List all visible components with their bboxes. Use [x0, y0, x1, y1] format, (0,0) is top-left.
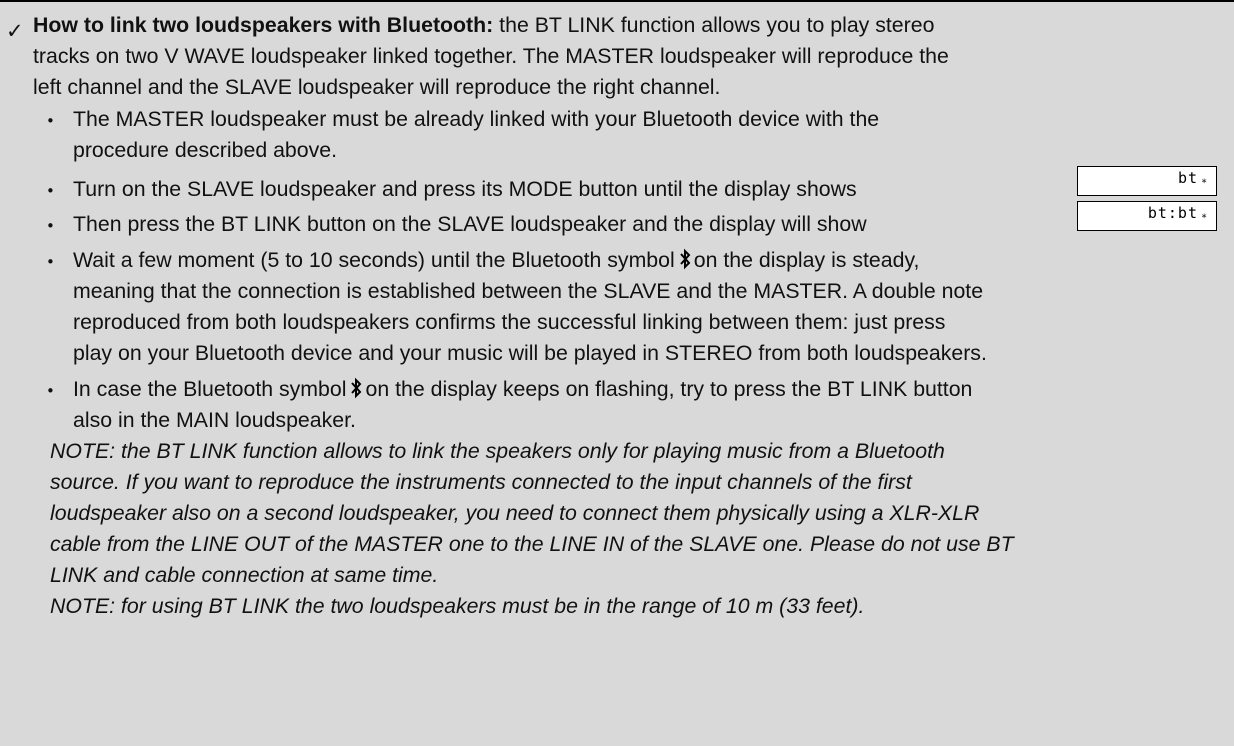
bullet-4-text-a: Wait a few moment (5 to 10 seconds) unti… — [73, 248, 675, 272]
bullet-dot: • — [46, 182, 55, 200]
display-readout: bt — [1177, 169, 1198, 187]
note-line-4: cable from the LINE OUT of the MASTER on… — [50, 532, 1014, 556]
bullet-5-line-1: In case the Bluetooth symbol on the displ… — [73, 374, 972, 404]
bullet-5-line-2: also in the MAIN loudspeaker. — [73, 408, 356, 432]
bullet-5-text-a: In case the Bluetooth symbol — [73, 377, 347, 401]
bullet-2-text: Turn on the SLAVE loudspeaker and press … — [73, 177, 857, 201]
section-heading: How to link two loudspeakers with Blueto… — [33, 13, 494, 37]
bullet-dot: • — [46, 112, 55, 130]
intro-line-1: How to link two loudspeakers with Blueto… — [33, 10, 934, 40]
note-line-5: LINK and cable connection at same time. — [50, 563, 439, 587]
bullet-5-text-b: on the display keeps on flashing, try to… — [365, 377, 973, 401]
display-indicator-dot: ∗ — [1200, 176, 1208, 187]
bluetooth-icon — [351, 377, 362, 399]
display-bt-link: bt:bt ∗ — [1077, 201, 1217, 231]
intro-text-1: the BT LINK function allows you to play … — [493, 13, 935, 37]
bullet-1-line-2: procedure described above. — [73, 138, 338, 162]
bullet-dot: • — [46, 217, 55, 235]
intro-line-2: tracks on two V WAVE loudspeaker linked … — [33, 44, 949, 68]
display-readout: bt:bt — [1147, 204, 1198, 222]
bullet-dot: • — [46, 382, 55, 400]
display-bt-mode: bt ∗ — [1077, 166, 1217, 196]
display-indicator-dot: ∗ — [1200, 211, 1208, 222]
manual-page: ✓ How to link two loudspeakers with Blue… — [0, 0, 1234, 746]
check-icon: ✓ — [6, 19, 24, 43]
bullet-4-line-4: play on your Bluetooth device and your m… — [73, 341, 987, 365]
bullet-4-line-2: meaning that the connection is establish… — [73, 279, 984, 303]
top-rule — [0, 0, 1234, 2]
note-line-3: loudspeaker also on a second loudspeaker… — [50, 501, 980, 525]
bullet-4-line-3: reproduced from both loudspeakers confir… — [73, 310, 946, 334]
note-line-2: source. If you want to reproduce the ins… — [50, 470, 912, 494]
note-line-6: NOTE: for using BT LINK the two loudspea… — [50, 594, 865, 618]
bullet-4-line-1: Wait a few moment (5 to 10 seconds) unti… — [73, 245, 919, 275]
bullet-1-line-1: The MASTER loudspeaker must be already l… — [73, 107, 880, 131]
bullet-dot: • — [46, 253, 55, 271]
bullet-3-text: Then press the BT LINK button on the SLA… — [73, 212, 867, 236]
bluetooth-icon — [679, 248, 691, 270]
intro-line-3: left channel and the SLAVE loudspeaker w… — [33, 75, 721, 99]
bullet-4-text-b: on the display is steady, — [693, 248, 920, 272]
note-line-1: NOTE: the BT LINK function allows to lin… — [50, 439, 945, 463]
